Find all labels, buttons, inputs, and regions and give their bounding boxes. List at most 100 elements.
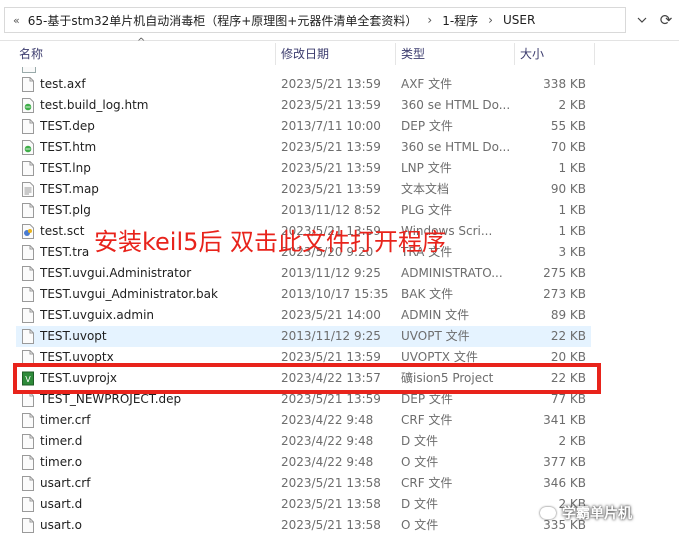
file-name: timer.d (40, 434, 83, 448)
file-row[interactable]: TEST.uvguix.admin 2023/5/21 14:00 ADMIN 文件… (16, 305, 591, 326)
file-name: usart.o (40, 518, 83, 532)
file-size: 55 KB (550, 119, 586, 133)
file-size: 2 KB (558, 98, 586, 112)
file-modified-date: 2023/5/21 13:59 (281, 161, 381, 175)
file-type: DEP 文件 (401, 119, 453, 133)
file-name: timer.o (40, 455, 83, 469)
file-modified-date: 2013/7/11 10:00 (281, 119, 381, 133)
file-row[interactable]: usart.d 2023/5/21 13:58 D 文件 2 KB (16, 494, 591, 515)
file-type: D 文件 (401, 434, 439, 448)
file-size: 1 KB (558, 161, 586, 175)
file-name: test.axf (40, 77, 86, 91)
file-row[interactable]: TEST.uvgui.Administrator 2013/11/12 9:25 A… (16, 263, 591, 284)
file-type: 360 se HTML Do... (401, 140, 511, 154)
file-size: 70 KB (550, 140, 586, 154)
file-name: TEST.map (40, 182, 99, 196)
column-header-date[interactable]: 修改日期 (281, 41, 391, 67)
file-row[interactable]: test.axf 2023/5/21 13:59 AXF 文件 338 KB (16, 74, 591, 95)
file-modified-date: 2013/11/12 9:25 (281, 329, 381, 343)
watermark: 学霸单片机 (540, 503, 632, 523)
breadcrumb-item-program[interactable]: 1-程序 (440, 12, 480, 29)
file-row[interactable]: TEST.plg 2013/11/12 8:52 PLG 文件 1 KB (16, 200, 591, 221)
file-row[interactable]: TEST.uvgui_Administrator.bak 2013/10/17 1… (16, 284, 591, 305)
file-modified-date: 2023/5/21 13:58 (281, 518, 381, 532)
column-header: ^ 名称 修改日期 类型 大小 (0, 37, 679, 67)
breadcrumb[interactable]: « 65-基于stm32单片机自动消毒柜（程序+原理图+元器件清单全套资料） ›… (4, 7, 626, 33)
file-size: 22 KB (550, 329, 586, 343)
file-modified-date: 2013/10/17 15:35 (281, 287, 389, 301)
column-divider[interactable] (275, 43, 276, 65)
file-modified-date: 2013/11/12 8:52 (281, 203, 381, 217)
file-type: CRF 文件 (401, 476, 453, 490)
column-divider[interactable] (514, 43, 515, 65)
refresh-icon[interactable]: ⟳ (656, 7, 676, 33)
file-modified-date: 2023/5/21 13:59 (281, 140, 381, 154)
file-size: 341 KB (543, 413, 586, 427)
chevron-right-icon[interactable]: › (419, 13, 440, 27)
file-row[interactable]: usart.crf 2023/5/21 13:58 CRF 文件 346 KB (16, 473, 591, 494)
list-item-partial[interactable] (16, 67, 591, 73)
file-type: CRF 文件 (401, 413, 453, 427)
file-name: usart.d (40, 497, 83, 511)
file-name: test.build_log.htm (40, 98, 149, 112)
file-row[interactable]: test.build_log.htm 2023/5/21 13:59 360 se … (16, 95, 591, 116)
file-size: 1 KB (558, 203, 586, 217)
file-type: ADMINISTRATO... (401, 266, 503, 280)
file-size: 3 KB (558, 245, 586, 259)
file-row[interactable]: TEST.htm 2023/5/21 13:59 360 se HTML Do...… (16, 137, 591, 158)
file-name: TEST.uvgui.Administrator (40, 266, 192, 280)
file-type: LNP 文件 (401, 161, 452, 175)
file-type: 360 se HTML Do... (401, 98, 511, 112)
wechat-icon (540, 507, 556, 519)
file-size: 89 KB (550, 308, 586, 322)
watermark-text: 学霸单片机 (562, 506, 632, 522)
file-type: O 文件 (401, 455, 439, 469)
file-row[interactable]: timer.d 2023/4/22 9:48 D 文件 2 KB (16, 431, 591, 452)
file-name: usart.crf (40, 476, 91, 490)
file-modified-date: 2023/5/21 13:59 (281, 182, 381, 196)
file-row[interactable]: TEST.dep 2013/7/11 10:00 DEP 文件 55 KB (16, 116, 591, 137)
file-size: 275 KB (543, 266, 586, 280)
breadcrumb-overflow-button[interactable]: « (5, 14, 26, 27)
file-name: TEST.htm (40, 140, 97, 154)
column-divider[interactable] (594, 43, 595, 65)
file-row[interactable]: TEST.lnp 2023/5/21 13:59 LNP 文件 1 KB (16, 158, 591, 179)
column-header-type[interactable]: 类型 (401, 41, 511, 67)
breadcrumb-item-project[interactable]: 65-基于stm32单片机自动消毒柜（程序+原理图+元器件清单全套资料） (26, 12, 420, 29)
file-row[interactable]: TEST.uvopt 2013/11/12 9:25 UVOPT 文件 22 KB (16, 326, 591, 347)
file-size: 2 KB (558, 434, 586, 448)
chevron-right-icon[interactable]: › (480, 13, 501, 27)
column-header-size[interactable]: 大小 (520, 41, 590, 67)
file-type: AXF 文件 (401, 77, 453, 91)
file-size: 377 KB (543, 455, 586, 469)
file-type: PLG 文件 (401, 203, 453, 217)
file-name: TEST.uvgui_Administrator.bak (40, 287, 218, 301)
file-name: TEST.plg (40, 203, 91, 217)
address-bar: « 65-基于stm32单片机自动消毒柜（程序+原理图+元器件清单全套资料） ›… (0, 0, 679, 41)
file-modified-date: 2023/5/21 14:00 (281, 308, 381, 322)
file-type: ADMIN 文件 (401, 308, 470, 322)
chevron-down-icon[interactable] (632, 7, 652, 33)
file-modified-date: 2023/5/21 13:58 (281, 497, 381, 511)
breadcrumb-item-user[interactable]: USER (501, 13, 537, 27)
file-name: TEST.uvguix.admin (40, 308, 155, 322)
file-row[interactable]: timer.crf 2023/4/22 9:48 CRF 文件 341 KB (16, 410, 591, 431)
file-row[interactable]: TEST.map 2023/5/21 13:59 文本文档 90 KB (16, 179, 591, 200)
file-row[interactable]: usart.o 2023/5/21 13:58 O 文件 335 KB (16, 515, 591, 536)
file-type: UVOPT 文件 (401, 329, 470, 343)
instruction-caption: 安装keil5后 双击此文件打开程序 (94, 228, 447, 256)
file-type: O 文件 (401, 518, 439, 532)
file-row[interactable]: timer.o 2023/4/22 9:48 O 文件 377 KB (16, 452, 591, 473)
file-modified-date: 2023/5/21 13:59 (281, 77, 381, 91)
file-size: 273 KB (543, 287, 586, 301)
column-header-name[interactable]: 名称 (19, 41, 269, 67)
file-type: 文本文档 (401, 182, 450, 196)
file-name: TEST.uvopt (40, 329, 107, 343)
file-name: TEST.lnp (40, 161, 91, 175)
file-size: 346 KB (543, 476, 586, 490)
file-name: timer.crf (40, 413, 91, 427)
column-divider[interactable] (395, 43, 396, 65)
file-name: TEST.dep (40, 119, 95, 133)
file-modified-date: 2023/4/22 9:48 (281, 434, 374, 448)
highlight-box (13, 363, 601, 394)
